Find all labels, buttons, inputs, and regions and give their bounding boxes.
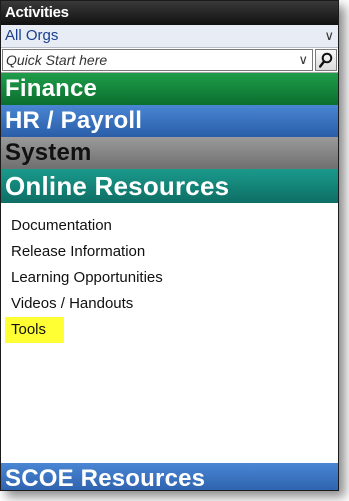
panel-title: Activities <box>1 1 338 25</box>
org-select[interactable]: All Orgs ∨ <box>1 25 338 48</box>
section-online-resources[interactable]: Online Resources <box>1 169 338 203</box>
link-learning-opportunities[interactable]: Learning Opportunities <box>5 265 181 291</box>
search-button[interactable] <box>315 49 337 71</box>
quick-start-placeholder: Quick Start here <box>6 52 108 68</box>
section-hr-payroll[interactable]: HR / Payroll <box>1 105 338 137</box>
link-documentation[interactable]: Documentation <box>5 213 130 239</box>
online-resources-list: Documentation Release Information Learni… <box>1 203 338 343</box>
activities-panel: Activities All Orgs ∨ Quick Start here ∨… <box>0 0 339 491</box>
section-system[interactable]: System <box>1 137 338 169</box>
magnifier-icon <box>319 52 333 68</box>
org-select-value: All Orgs <box>5 27 59 44</box>
link-tools[interactable]: Tools <box>5 317 65 343</box>
link-videos-handouts[interactable]: Videos / Handouts <box>5 291 151 317</box>
chevron-down-icon[interactable]: ∨ <box>298 50 308 70</box>
section-finance[interactable]: Finance <box>1 73 338 105</box>
quick-start-row: Quick Start here ∨ <box>1 48 338 73</box>
link-release-information[interactable]: Release Information <box>5 239 163 265</box>
chevron-down-icon[interactable]: ∨ <box>324 25 334 47</box>
section-scoe-resources[interactable]: SCOE Resources <box>1 463 338 490</box>
quick-start-input[interactable]: Quick Start here ∨ <box>2 49 313 71</box>
